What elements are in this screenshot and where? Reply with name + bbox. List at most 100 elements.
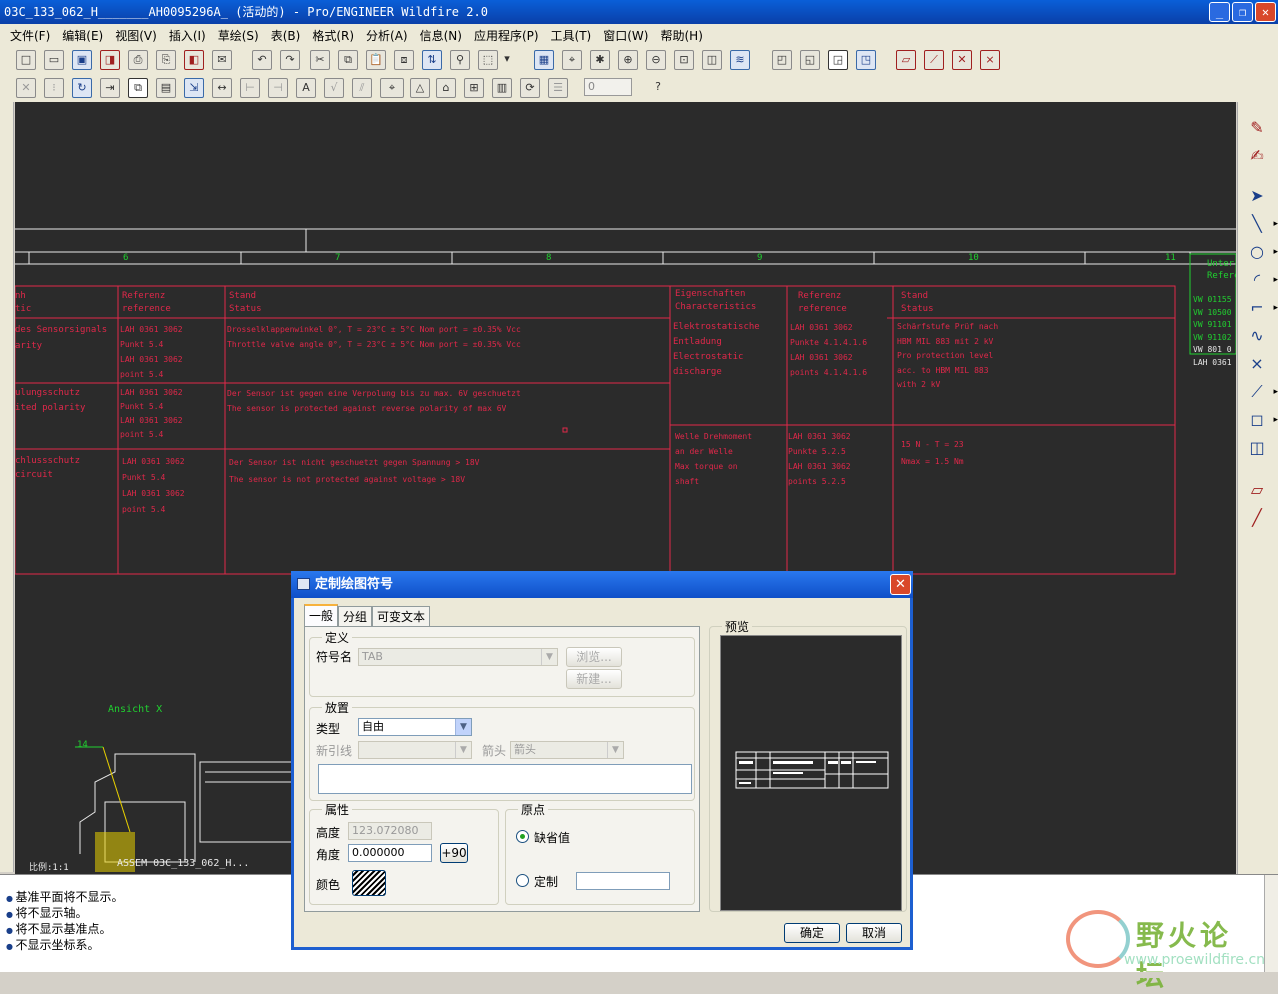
new-leader-select[interactable]: ▼ [358,741,472,759]
circle-icon[interactable]: ○ ▸ [1244,240,1278,264]
hidden-line-icon[interactable]: ◱ [800,50,820,70]
context-help-icon[interactable]: ? [648,78,668,98]
left-sash[interactable] [0,102,14,872]
menu-window[interactable]: 窗口(W) [597,27,654,44]
datum-axes-icon[interactable]: ⟋ [924,50,944,70]
origin-default-radio[interactable] [516,830,529,843]
repeat-region-icon[interactable]: ⟳ [520,78,540,98]
spin-center-icon[interactable]: ✱ [590,50,610,70]
select-arrow-icon[interactable]: ➤ [1244,184,1270,208]
spin-value-field[interactable]: 0 [584,78,632,96]
datum-symbol-icon[interactable]: △ [410,78,430,98]
surface-finish-icon[interactable]: √ [324,78,344,98]
zoom-fit-icon[interactable]: ⊡ [674,50,694,70]
menu-applications[interactable]: 应用程序(P) [468,27,545,44]
move-icon[interactable]: ⇥ [100,78,120,98]
ok-button[interactable]: 确定 [784,923,840,943]
datum-planes-icon[interactable]: ▱ [896,50,916,70]
no-hidden-icon[interactable]: ◲ [828,50,848,70]
tab-groups[interactable]: 分组 [338,606,373,626]
save-icon[interactable]: ▣ [72,50,92,70]
height-field[interactable]: 123.072080 [348,822,432,840]
hatch-icon[interactable]: ⫽ [352,78,372,98]
saved-views-icon[interactable]: ◫ [702,50,722,70]
coordinate-systems-icon[interactable]: ⨯ [980,50,1000,70]
mirror-icon[interactable]: ◫ [1244,436,1270,460]
fillet-icon[interactable]: ⌐ ▸ [1244,296,1278,320]
menu-tools[interactable]: 工具(T) [545,27,598,44]
zoom-in-icon[interactable]: ⊕ [618,50,638,70]
placement-type-select[interactable]: 自由 ▼ [358,718,472,736]
symbol-name-select[interactable]: TAB ▼ [358,648,558,666]
view-icon[interactable]: ⌂ [436,78,456,98]
menu-insert[interactable]: 插入(I) [163,27,212,44]
offset-icon[interactable]: ◻ ▸ [1244,408,1278,432]
arrow-style-select[interactable]: 箭头 ▼ [510,741,624,759]
gtol-icon[interactable]: ⌖ [380,78,404,98]
dimension-icon[interactable]: ↔ [212,78,232,98]
dialog-titlebar[interactable]: 定制绘图符号 ✕ [291,571,913,598]
layers-icon[interactable]: ≋ [730,50,750,70]
find-icon[interactable]: ⚲ [450,50,470,70]
menu-edit[interactable]: 编辑(E) [56,27,109,44]
line-icon[interactable]: ╲ ▸ [1244,212,1278,236]
redo-icon[interactable]: ↷ [280,50,300,70]
chamfer-icon[interactable]: ⟋ ▸ [1244,380,1278,404]
regen-toggle-icon[interactable]: ✍ [1244,144,1270,168]
open-folder-icon[interactable]: ▭ [44,50,64,70]
save-copy-icon[interactable]: ◨ [100,50,120,70]
copy-icon[interactable]: ⧉ [338,50,358,70]
origin-custom-field[interactable] [576,872,670,890]
angle-field[interactable]: 0.000000 [348,844,432,862]
spline-icon[interactable]: ∿ [1244,324,1270,348]
menu-help[interactable]: 帮助(H) [654,27,708,44]
datum-points-icon[interactable]: ✕ [952,50,972,70]
arc-icon[interactable]: ◜ ▸ [1244,268,1278,292]
cut-icon[interactable]: ✂ [310,50,330,70]
paste-icon[interactable]: 📋 [366,50,386,70]
minimize-button[interactable]: _ [1209,2,1230,22]
rotate-90-button[interactable]: +90 [440,843,468,863]
menu-info[interactable]: 信息(N) [414,27,468,44]
zoom-out-icon[interactable]: ⊖ [646,50,666,70]
tab-variable-text[interactable]: 可变文本 [372,606,431,626]
leader-icon[interactable]: ⇲ [184,78,204,98]
placement-reference-field[interactable] [318,764,692,794]
symbol-instance-icon[interactable]: ⧉ [128,78,148,98]
align-icon[interactable]: ⁝ [44,78,64,98]
shading-icon[interactable]: ◳ [856,50,876,70]
menu-sketch[interactable]: 草绘(S) [212,27,265,44]
menu-analysis[interactable]: 分析(A) [360,27,414,44]
repaint-icon[interactable]: ▦ [534,50,554,70]
new-symbol-button[interactable]: 新建... [566,669,622,689]
table-icon[interactable]: ▤ [156,78,176,98]
table-insert-icon[interactable]: ▥ [492,78,512,98]
message-scrollbar[interactable] [1264,875,1278,973]
selection-box-icon[interactable]: ⬚ [478,50,498,70]
browse-button[interactable]: 浏览... [566,647,622,667]
tab-general[interactable]: 一般 [304,604,339,626]
snap-line-icon[interactable]: ⊞ [464,78,484,98]
new-file-icon[interactable]: □ [16,50,36,70]
orient-icon[interactable]: ⌖ [562,50,582,70]
note-icon[interactable]: A [296,78,316,98]
print-icon[interactable]: ⎙ [128,50,148,70]
menu-table[interactable]: 表(B) [265,27,307,44]
email-icon[interactable]: ✉ [212,50,232,70]
display-toggle-icon[interactable]: ✎ [1244,116,1270,140]
ordinate-icon[interactable]: ⊢ [240,78,260,98]
undo-icon[interactable]: ↶ [252,50,272,70]
regenerate-icon[interactable]: ⇅ [422,50,442,70]
export-icon[interactable]: ◧ [184,50,204,70]
chevron-down-icon[interactable]: ▾ [500,50,514,70]
restore-button[interactable]: ❐ [1232,2,1253,22]
delete-icon[interactable]: ✕ [16,78,36,98]
cancel-button[interactable]: 取消 [846,923,902,943]
print-preview-icon[interactable]: ⎘ [156,50,176,70]
ref-dim-icon[interactable]: ⊣ [268,78,288,98]
origin-custom-radio[interactable] [516,874,529,887]
plane-icon[interactable]: ▱ [1244,478,1270,502]
dialog-close-button[interactable]: ✕ [890,574,911,595]
point-icon[interactable]: × [1244,352,1270,376]
color-picker-button[interactable] [352,870,386,896]
